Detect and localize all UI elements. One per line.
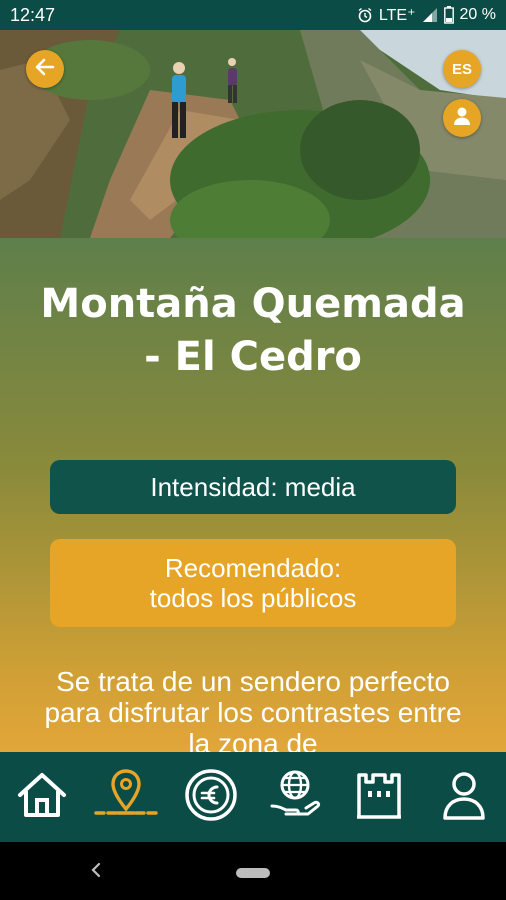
user-outline-icon: [441, 769, 487, 826]
recommended-line2: todos los públicos: [149, 583, 357, 613]
alarm-icon: [357, 7, 373, 23]
nav-home[interactable]: [10, 765, 74, 829]
profile-button[interactable]: [443, 99, 481, 137]
hero-image: ES: [0, 30, 506, 238]
globe-hand-icon: [268, 768, 322, 827]
user-icon: [452, 106, 472, 130]
arrow-left-icon: [34, 56, 56, 82]
signal-icon: [422, 7, 438, 23]
route-detail-panel: Montaña Quemada - El Cedro Intensidad: m…: [0, 238, 506, 752]
home-icon: [14, 769, 70, 826]
nav-sustainability[interactable]: [263, 765, 327, 829]
system-nav-bar: [0, 842, 506, 900]
route-description: Se trata de un sendero perfecto para dis…: [44, 666, 462, 752]
network-label: LTE⁺: [378, 7, 416, 24]
status-icons: LTE⁺ 20 %: [357, 5, 496, 25]
recommended-badge: Recomendado: todos los públicos: [50, 539, 456, 627]
back-button[interactable]: [26, 50, 64, 88]
map-pin-route-icon: [94, 767, 159, 828]
language-button[interactable]: ES: [443, 50, 481, 88]
nav-prices[interactable]: [179, 765, 243, 829]
recommended-line1: Recomendado:: [164, 553, 342, 583]
system-home-pill[interactable]: [236, 868, 270, 878]
intensity-badge: Intensidad: media: [50, 460, 456, 514]
language-label: ES: [451, 60, 472, 78]
intensity-label: Intensidad: media: [150, 472, 356, 502]
castle-icon: [354, 769, 404, 826]
battery-icon: [443, 6, 454, 24]
route-title: Montaña Quemada - El Cedro: [40, 281, 466, 380]
nav-profile[interactable]: [432, 765, 496, 829]
status-time: 12:47: [10, 4, 56, 25]
nav-heritage[interactable]: [347, 765, 411, 829]
hero-landscape-illustration: [0, 30, 506, 238]
system-back-icon[interactable]: [88, 860, 104, 885]
bottom-nav: [0, 752, 506, 842]
nav-routes[interactable]: [94, 765, 159, 829]
battery-percent: 20 %: [459, 6, 496, 23]
euro-icon: [184, 768, 238, 827]
status-bar: 12:47 LTE⁺ 20 %: [0, 0, 506, 30]
